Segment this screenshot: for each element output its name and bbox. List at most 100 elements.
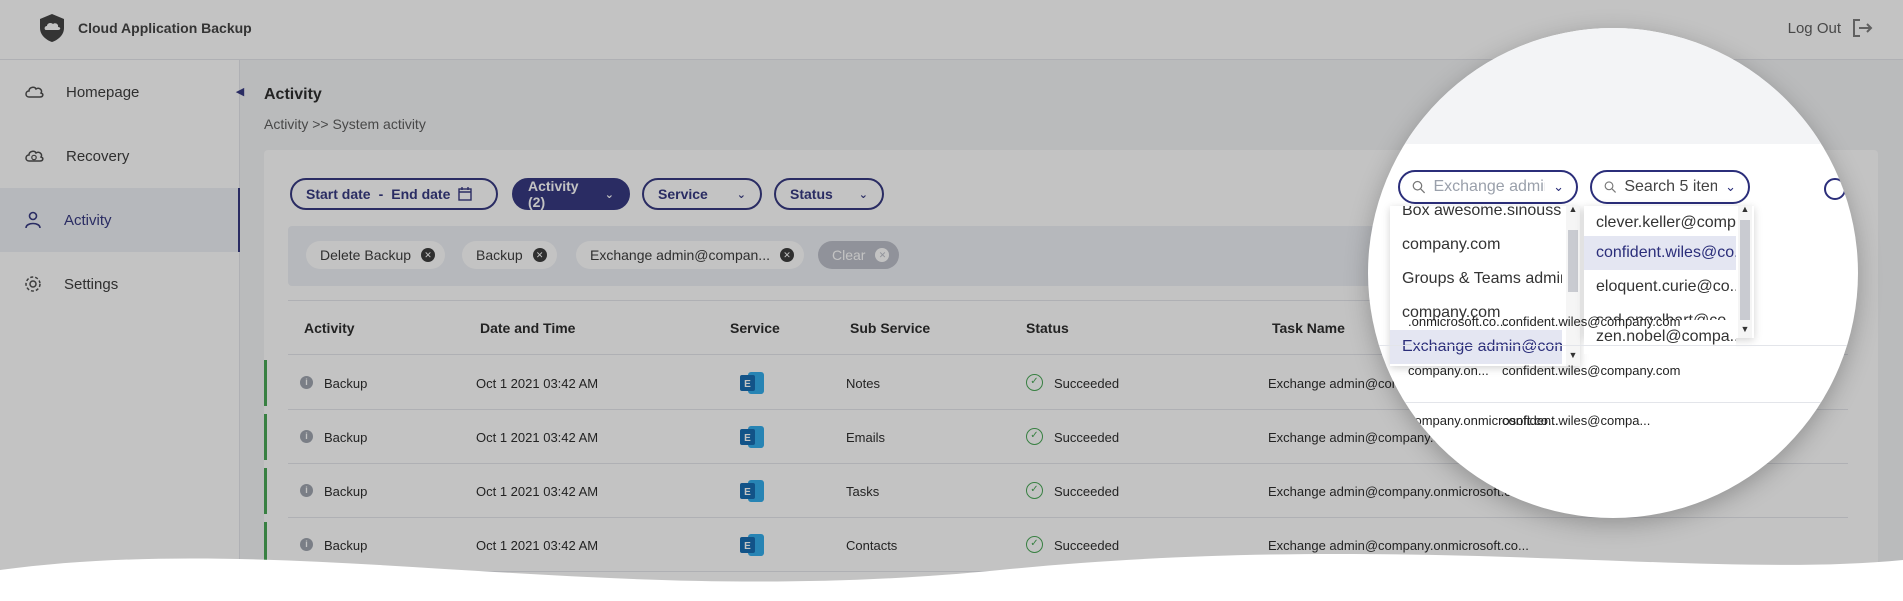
user-cell: confident.wiles@company.com xyxy=(1502,363,1681,378)
activity-filter[interactable]: Activity (2) ⌄ xyxy=(512,178,630,210)
magnified-background xyxy=(1368,28,1858,144)
sidebar-item-label: Settings xyxy=(64,275,119,293)
start-date-label: Start date xyxy=(306,186,371,202)
activity-cell: Backup xyxy=(324,376,368,391)
chevron-down-icon: ⌄ xyxy=(858,188,868,201)
app-name: Cloud Application Backup xyxy=(78,20,252,36)
scrollbar-thumb[interactable] xyxy=(1740,220,1750,320)
task-option-selected[interactable]: Exchange admin@com... xyxy=(1390,330,1562,364)
activity-filter-label: Activity (2) xyxy=(528,178,579,210)
task-list-scrollbar[interactable]: ▲ ▼ xyxy=(1566,206,1580,366)
user-option-selected[interactable]: confident.wiles@co... xyxy=(1584,236,1736,270)
app-logo[interactable]: Cloud Application Backup xyxy=(36,12,252,44)
cloud-icon xyxy=(25,86,44,98)
date-separator: - xyxy=(378,186,384,202)
task-option[interactable]: company.com xyxy=(1390,228,1562,262)
close-icon[interactable]: ✕ xyxy=(421,248,436,262)
column-header-date[interactable]: Date and Time xyxy=(480,320,575,336)
column-header-activity[interactable]: Activity xyxy=(304,320,355,336)
svg-text:E: E xyxy=(744,379,751,390)
chevron-left-icon: ◀ xyxy=(235,86,245,98)
chevron-down-icon: ⌄ xyxy=(1553,179,1564,194)
exchange-icon: E xyxy=(738,370,764,394)
status-cell: Succeeded xyxy=(1054,376,1120,391)
clear-filters-button[interactable]: Clear ✕ xyxy=(818,241,900,269)
user-cell: confident.wiles@company.com xyxy=(1502,314,1681,329)
page-title: Activity xyxy=(264,86,322,103)
user-icon xyxy=(25,211,41,229)
check-circle-icon: ✓ xyxy=(1026,482,1043,499)
decorative-wave xyxy=(0,553,1903,601)
info-icon[interactable]: i xyxy=(300,430,313,443)
activity-cell: Backup xyxy=(324,484,368,499)
close-icon[interactable]: ✕ xyxy=(779,248,794,262)
gear-icon xyxy=(25,276,41,292)
task-search-dropdown[interactable]: Exchange admin... ⌄ xyxy=(1398,170,1578,204)
sidebar-item-activity[interactable]: Activity xyxy=(0,188,240,252)
sub-service-cell: Notes xyxy=(846,376,880,391)
close-icon[interactable]: ✕ xyxy=(532,248,547,262)
refresh-icon[interactable] xyxy=(1824,178,1846,200)
task-search-placeholder: Exchange admin... xyxy=(1433,178,1545,195)
sub-service-cell: Emails xyxy=(846,430,886,445)
date-cell: Oct 1 2021 03:42 AM xyxy=(476,430,599,445)
close-icon: ✕ xyxy=(875,248,890,262)
user-list-scrollbar[interactable]: ▲ ▼ xyxy=(1738,206,1752,338)
filter-chip[interactable]: Delete Backup ✕ xyxy=(306,241,446,269)
activity-cell: Backup xyxy=(324,430,368,445)
info-icon[interactable]: i xyxy=(300,484,313,497)
service-filter[interactable]: Service ⌄ xyxy=(642,178,762,210)
filter-chip[interactable]: Backup ✕ xyxy=(462,241,557,269)
task-options-list: Box awesome.sinoussi... company.com Grou… xyxy=(1390,206,1580,366)
chip-label: Delete Backup xyxy=(320,247,412,263)
column-header-task-name[interactable]: Task Name xyxy=(1272,320,1345,336)
row-status-accent xyxy=(264,414,267,460)
user-cell: confident.wiles@compa... xyxy=(1502,413,1651,428)
check-circle-icon: ✓ xyxy=(1026,428,1043,445)
scroll-up-icon[interactable]: ▲ xyxy=(1566,206,1580,214)
sidebar-item-recovery[interactable]: Recovery xyxy=(0,124,240,188)
sidebar-item-label: Activity xyxy=(64,211,112,229)
chevron-down-icon: ⌄ xyxy=(736,188,746,201)
status-cell: Succeeded xyxy=(1054,484,1120,499)
sub-service-cell: Tasks xyxy=(846,484,880,499)
shield-cloud-icon xyxy=(40,14,64,42)
sidebar-item-homepage[interactable]: Homepage xyxy=(0,60,240,124)
cloud-recovery-icon xyxy=(25,150,44,162)
breadcrumb: Activity >> System activity xyxy=(264,116,426,132)
user-option[interactable]: clever.keller@comp... xyxy=(1584,206,1736,240)
column-header-service[interactable]: Service xyxy=(730,320,780,336)
svg-text:E: E xyxy=(744,433,751,444)
chevron-down-icon: ⌄ xyxy=(1725,179,1736,194)
user-option[interactable]: eloquent.curie@co... xyxy=(1584,270,1736,304)
service-filter-label: Service xyxy=(658,186,708,202)
exchange-icon: E xyxy=(738,424,764,448)
column-header-status[interactable]: Status xyxy=(1026,320,1069,336)
user-search-placeholder[interactable]: Search 5 items... xyxy=(1624,178,1717,196)
task-option[interactable]: Groups & Teams admin... xyxy=(1390,262,1562,296)
column-header-sub-service[interactable]: Sub Service xyxy=(850,320,930,336)
magnifier-lens: Exchange admin... ⌄ Search 5 items... ⌄ … xyxy=(1368,28,1858,518)
calendar-icon xyxy=(458,187,473,201)
scroll-up-icon[interactable]: ▲ xyxy=(1738,206,1752,214)
row-status-accent xyxy=(264,468,267,514)
status-filter-label: Status xyxy=(790,186,833,202)
scroll-down-icon[interactable]: ▼ xyxy=(1566,350,1580,360)
row-divider xyxy=(1368,345,1858,346)
sidebar-item-label: Homepage xyxy=(66,83,140,101)
task-option[interactable]: Box awesome.sinoussi... xyxy=(1390,206,1562,228)
row-status-accent xyxy=(264,360,267,406)
filter-chip[interactable]: Exchange admin@compan... ✕ xyxy=(576,241,804,269)
info-icon[interactable]: i xyxy=(300,376,313,389)
chip-label: Backup xyxy=(476,247,523,263)
user-search-dropdown[interactable]: Search 5 items... ⌄ xyxy=(1590,170,1750,204)
status-filter[interactable]: Status ⌄ xyxy=(774,178,884,210)
scroll-down-icon[interactable]: ▼ xyxy=(1738,324,1752,334)
sidebar-item-settings[interactable]: Settings xyxy=(0,252,240,316)
scrollbar-thumb[interactable] xyxy=(1568,230,1578,292)
task-name-cell: company.on... xyxy=(1408,363,1489,378)
sidebar-collapse-button[interactable]: ◀ xyxy=(232,84,248,100)
search-icon xyxy=(1604,181,1616,193)
date-range-filter[interactable]: Start date - End date xyxy=(290,178,498,210)
chip-label: Clear xyxy=(832,247,866,263)
